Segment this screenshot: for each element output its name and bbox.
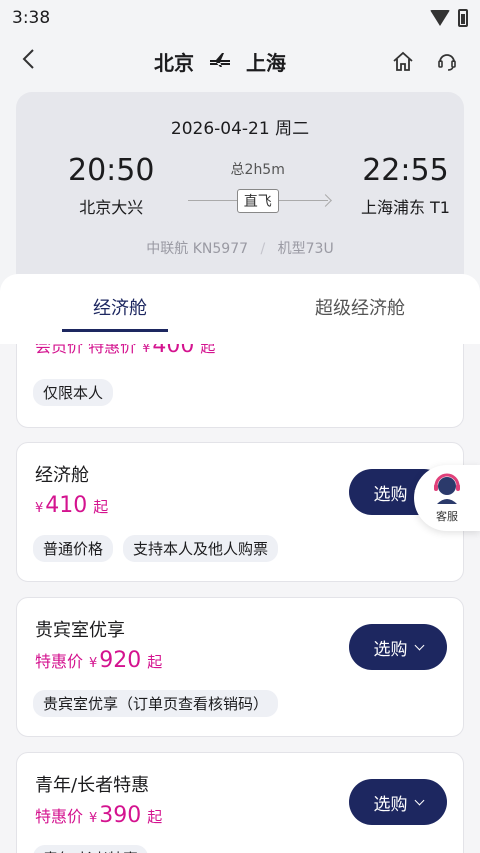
fare-tags: 普通价格 支持本人及他人购票 [33,535,279,562]
fare-card: 会员价 特惠价 ¥ 400 起 仅限本人 [16,344,464,428]
status-bar: 3:38 [0,0,480,36]
fare-tag: 仅限本人 [33,379,114,406]
flight-meta: 中联航 KN5977 / 机型73U [16,238,464,258]
customer-service-icon [434,473,460,504]
plane-icon [208,49,232,73]
buy-button[interactable]: 选购 [349,624,447,670]
route-title: 北京 上海 [154,47,286,76]
flight-summary-card: 2026-04-21 周二 20:50 北京大兴 总2h5m 直飞 22:55 … [16,92,464,292]
direct-badge: 直飞 [236,189,279,213]
customer-service-label: 客服 [436,510,458,523]
fare-tags: 贵宾室优享（订单页查看核销码） [33,690,279,717]
fare-tag: 青年/长者特惠 [33,845,149,853]
customer-service-button[interactable]: 客服 [414,465,480,531]
status-time: 3:38 [12,8,51,28]
buy-button[interactable]: 选购 [349,779,447,825]
chevron-down-icon [414,795,424,805]
home-icon[interactable] [390,48,416,74]
departure-airport: 北京大兴 [79,198,144,217]
fare-tag: 贵宾室优享（订单页查看核销码） [33,690,279,717]
fare-price: ¥ 410 起 [35,493,109,518]
back-icon[interactable] [20,47,50,75]
tab-economy[interactable]: 经济舱 [0,274,240,344]
fare-card-youth-senior: 青年/长者特惠 特惠价 ¥ 390 起 选购 青年/长者特惠 [16,752,464,853]
aircraft-type: 机型73U [277,241,334,257]
fare-name: 青年/长者特惠 [35,775,150,796]
cabin-tabs: 经济舱 超级经济舱 [0,274,480,344]
status-icons [430,9,468,27]
flight-duration: 总2h5m [230,162,285,178]
top-nav: 北京 上海 [0,36,480,86]
departure-time: 20:50 [68,153,155,188]
destination-city: 上海 [246,50,286,75]
fare-tag: 普通价格 [33,535,114,562]
headset-icon[interactable] [434,48,460,74]
fare-price: 会员价 特惠价 ¥ 400 起 [35,344,216,358]
fare-name: 贵宾室优享 [35,620,125,641]
origin-city: 北京 [154,50,194,75]
fare-tag: 支持本人及他人购票 [123,535,279,562]
tab-premium-economy[interactable]: 超级经济舱 [240,274,480,344]
fare-card-lounge: 贵宾室优享 特惠价 ¥ 920 起 选购 贵宾室优享（订单页查看核销码） [16,597,464,737]
chevron-down-icon [414,640,424,650]
cabin-sheet: 经济舱 超级经济舱 会员价 特惠价 ¥ 400 起 仅限本人 经济舱 ¥ 410… [0,274,480,853]
fare-price: 特惠价 ¥ 390 起 [35,803,163,828]
fare-tags: 仅限本人 [33,379,114,406]
fare-name: 经济舱 [35,465,89,486]
arrival-airport: 上海浦东 T1 [360,198,450,217]
fare-price: 特惠价 ¥ 920 起 [35,648,163,673]
airline-flight-number: 中联航 KN5977 [146,241,249,257]
fare-tags: 青年/长者特惠 [33,845,149,853]
flight-line: 直飞 [187,189,328,213]
fare-list: 会员价 特惠价 ¥ 400 起 仅限本人 经济舱 ¥ 410 起 选购 普通价格… [0,344,480,853]
battery-icon [458,9,468,27]
fare-card-economy: 经济舱 ¥ 410 起 选购 普通价格 支持本人及他人购票 [16,442,464,582]
flight-date: 2026-04-21 周二 [170,119,310,139]
wifi-icon [430,10,450,26]
arrival-time: 22:55 [362,153,449,188]
meta-separator: / [260,241,266,257]
